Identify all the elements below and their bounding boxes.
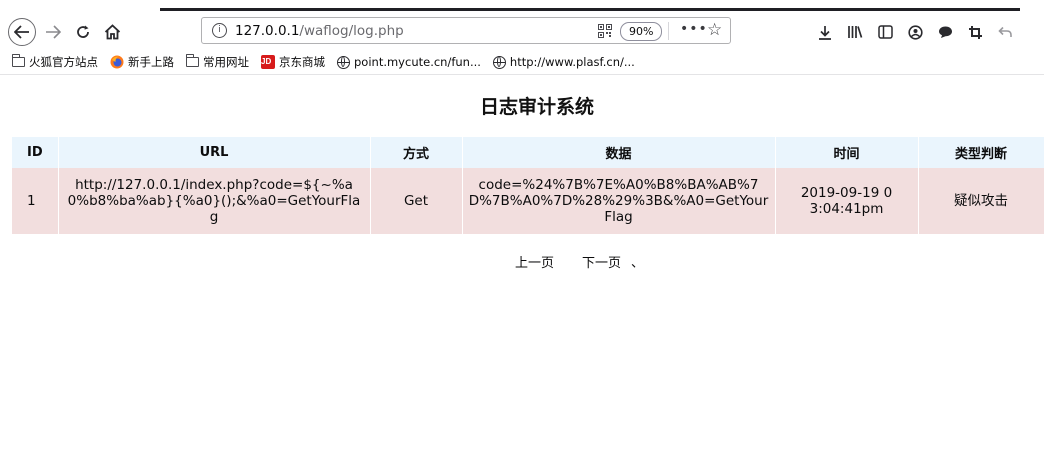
globe-icon xyxy=(337,55,350,69)
column-header-method: 方式 xyxy=(370,137,463,168)
back-button[interactable] xyxy=(8,18,36,46)
log-table: ID URL 方式 数据 时间 类型判断 1 http://127.0.0.1/… xyxy=(12,137,1044,234)
bookmark-label: http://www.plasf.cn/... xyxy=(509,55,635,69)
folder-icon xyxy=(186,54,199,67)
table-header-row: ID URL 方式 数据 时间 类型判断 xyxy=(12,137,1044,168)
bookmark-item[interactable]: 新手上路 xyxy=(110,54,174,70)
bookmark-item[interactable]: JD 京东商城 xyxy=(261,54,325,70)
info-icon[interactable]: i xyxy=(212,23,227,38)
urlbar-divider xyxy=(668,22,669,40)
home-icon xyxy=(104,24,120,40)
cell-type: 疑似攻击 xyxy=(918,168,1044,234)
column-header-type: 类型判断 xyxy=(918,137,1044,168)
next-page-link[interactable]: 下一页 xyxy=(582,252,621,271)
url-path: /waflog/log.php xyxy=(299,22,404,39)
pager-separator: 、 xyxy=(631,256,645,271)
qr-code-icon[interactable] xyxy=(598,24,612,38)
sidebar-icon[interactable] xyxy=(872,20,898,44)
reload-button[interactable] xyxy=(72,20,94,44)
undo-icon[interactable] xyxy=(992,20,1018,44)
jd-icon: JD xyxy=(261,55,275,69)
cell-data: code=%24%7B%7E%A0%B8%BA%AB%7D%7B%A0%7D%2… xyxy=(462,168,776,234)
column-header-id: ID xyxy=(12,137,59,168)
prev-page-link[interactable]: 上一页 xyxy=(515,252,554,271)
column-header-url: URL xyxy=(58,137,371,168)
bookmark-label: point.mycute.cn/fun... xyxy=(354,55,481,69)
folder-icon xyxy=(12,54,25,67)
arrow-right-icon xyxy=(46,25,61,39)
url-host: 127.0.0.1 xyxy=(235,22,300,39)
page-title: 日志审计系统 xyxy=(479,96,594,118)
bookmarks-bar: 火狐官方站点 新手上路 常用网址 JD 京东商城 point.mycute.cn/… xyxy=(0,50,1044,75)
bookmark-item[interactable]: 常用网址 xyxy=(186,54,249,70)
tab-strip-edge xyxy=(160,8,1020,11)
bookmark-item[interactable]: point.mycute.cn/fun... xyxy=(337,55,481,69)
page-actions-menu-icon[interactable]: ••• xyxy=(680,21,708,37)
bookmark-item[interactable]: http://www.plasf.cn/... xyxy=(492,55,635,69)
chat-bubble-icon[interactable] xyxy=(932,20,958,44)
pagination: 上一页 下一页 、 xyxy=(515,252,672,271)
url-bar[interactable]: i 127.0.0.1/waflog/log.php 90% ••• ☆ xyxy=(201,17,731,44)
column-header-time: 时间 xyxy=(775,137,919,168)
library-icon[interactable] xyxy=(842,20,868,44)
globe-icon xyxy=(492,55,506,69)
forward-button[interactable] xyxy=(42,20,64,44)
zoom-level-badge[interactable]: 90% xyxy=(620,22,663,41)
download-icon[interactable] xyxy=(812,20,838,44)
table-row: 1 http://127.0.0.1/index.php?code=${~%a0… xyxy=(12,168,1044,234)
toolbar-right-icons xyxy=(812,20,1022,44)
cell-time: 2019-09-19 03:04:41pm xyxy=(775,168,919,234)
bookmark-label: 常用网址 xyxy=(203,55,249,69)
home-button[interactable] xyxy=(100,20,124,44)
bookmark-star-icon[interactable]: ☆ xyxy=(707,20,722,40)
bookmark-label: 京东商城 xyxy=(279,55,325,69)
cell-url: http://127.0.0.1/index.php?code=${~%a0%b… xyxy=(58,168,371,234)
column-header-data: 数据 xyxy=(462,137,776,168)
firefox-icon xyxy=(110,55,124,69)
arrow-left-icon xyxy=(14,25,29,39)
bookmark-label: 火狐官方站点 xyxy=(29,55,98,69)
cell-id: 1 xyxy=(12,168,59,234)
cell-method: Get xyxy=(370,168,463,234)
reload-icon xyxy=(77,25,89,38)
bookmark-item[interactable]: 火狐官方站点 xyxy=(12,54,98,70)
crop-screenshot-icon[interactable] xyxy=(962,20,988,44)
browser-toolbar: i 127.0.0.1/waflog/log.php 90% ••• ☆ xyxy=(0,0,1044,46)
account-icon[interactable] xyxy=(902,20,928,44)
bookmark-label: 新手上路 xyxy=(128,55,174,69)
